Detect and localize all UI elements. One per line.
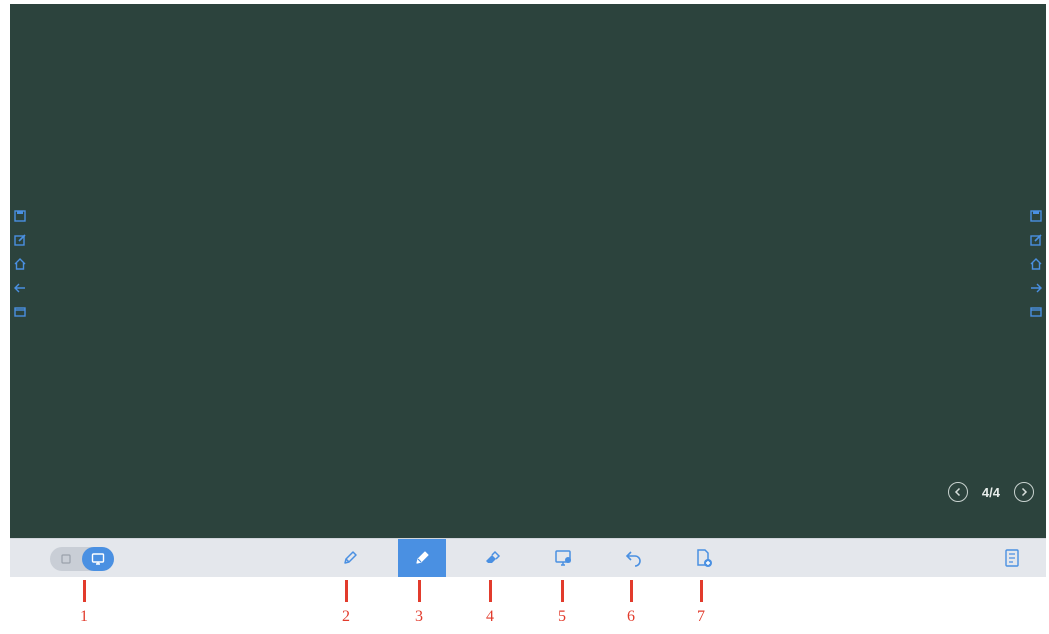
save-icon[interactable] (13, 208, 27, 224)
callout-5: 5 (547, 580, 577, 626)
window-icon[interactable] (1029, 304, 1043, 320)
callout-7: 7 (686, 580, 716, 626)
add-page-icon[interactable] (680, 539, 728, 577)
callout-3: 3 (404, 580, 434, 626)
page-indicator: 4/4 (981, 484, 1000, 500)
back-icon[interactable] (13, 280, 27, 296)
eraser-icon[interactable] (468, 539, 516, 577)
mode-toggle[interactable] (50, 547, 114, 571)
undo-icon[interactable] (610, 539, 658, 577)
annotation-mode-icon[interactable] (50, 547, 82, 571)
whiteboard-mode-icon[interactable] (82, 547, 114, 571)
back-icon[interactable] (1029, 280, 1043, 296)
pen-icon[interactable] (398, 539, 446, 577)
edit-icon[interactable] (1029, 232, 1043, 248)
callout-2: 2 (331, 580, 361, 626)
chevron-left-icon[interactable] (947, 482, 968, 502)
whiteboard-canvas[interactable]: 4/4 (10, 4, 1046, 538)
callout-6: 6 (616, 580, 646, 626)
pencil-icon[interactable] (326, 539, 374, 577)
screen-capture-icon[interactable] (540, 539, 588, 577)
chevron-right-icon[interactable] (1014, 482, 1034, 502)
callout-4: 4 (475, 580, 505, 626)
edit-icon[interactable] (13, 232, 27, 248)
home-icon[interactable] (1029, 256, 1043, 272)
bottom-toolbar (10, 538, 1046, 577)
page-navigator: 4/4 (947, 482, 1034, 502)
callout-1: 1 (69, 580, 99, 626)
home-icon[interactable] (13, 256, 27, 272)
menu-panel-icon[interactable] (988, 539, 1036, 577)
window-icon[interactable] (13, 304, 27, 320)
save-icon[interactable] (1029, 208, 1043, 224)
left-side-toolbar (13, 208, 27, 320)
right-side-toolbar (1029, 208, 1043, 320)
